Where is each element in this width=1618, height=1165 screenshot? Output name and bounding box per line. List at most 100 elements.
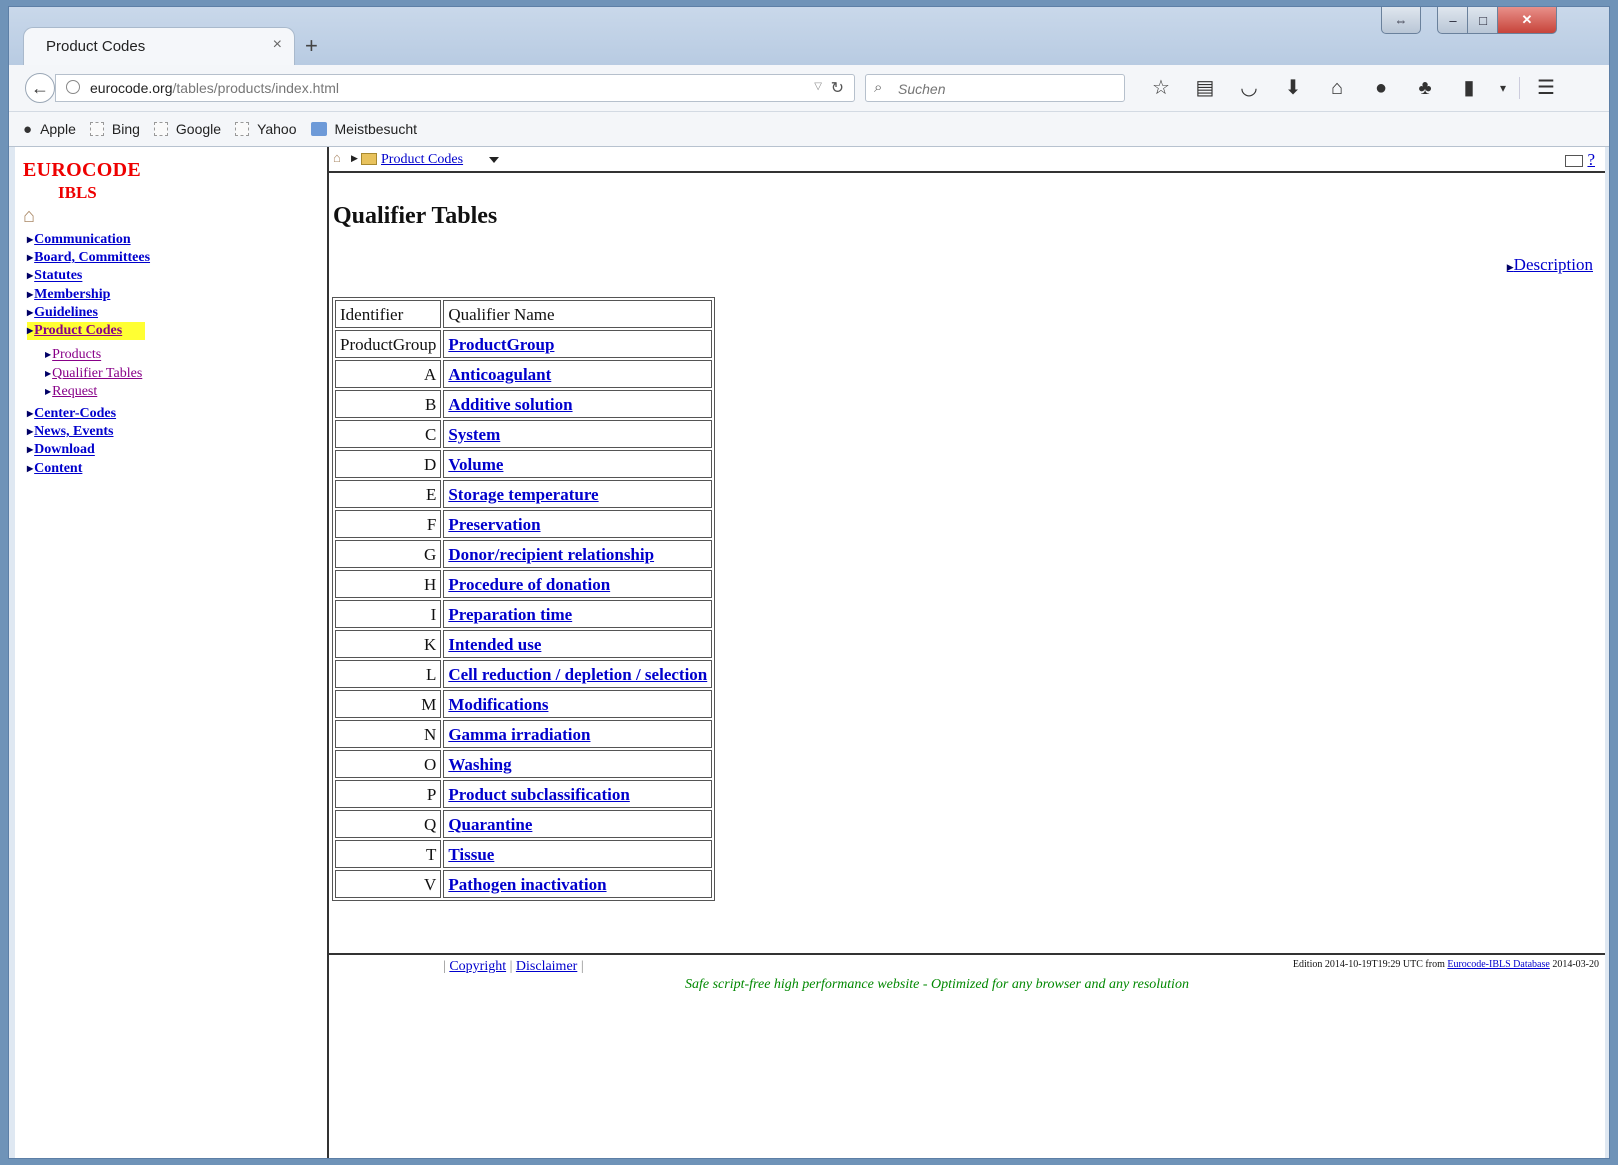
identifier-cell: C	[335, 420, 442, 448]
back-button[interactable]: ←	[25, 73, 55, 103]
qualifier-link[interactable]: Volume	[448, 455, 503, 474]
bookmark-bing[interactable]: Bing	[89, 121, 140, 137]
qualifier-link[interactable]: Washing	[448, 755, 511, 774]
qualifier-link[interactable]: Storage temperature	[448, 485, 598, 504]
extension-icon[interactable]: ♣	[1403, 76, 1447, 100]
restore-window-button[interactable]: ⇔	[1381, 7, 1421, 34]
clipboard-icon[interactable]: ▮	[1447, 76, 1491, 100]
sidebar-item-download[interactable]: ▶Download	[27, 441, 150, 459]
breadcrumb-dropdown-icon[interactable]	[489, 157, 499, 163]
table-row: C System	[335, 420, 713, 448]
sidebar-item-news-events[interactable]: ▶News, Events	[27, 423, 150, 441]
download-icon[interactable]: ⬇	[1271, 76, 1315, 100]
identifier-cell: H	[335, 570, 442, 598]
menu-icon[interactable]: ☰	[1524, 76, 1568, 100]
maximize-button[interactable]: □	[1467, 7, 1499, 34]
qualifier-link[interactable]: Modifications	[448, 695, 548, 714]
tab-close-icon[interactable]: ×	[273, 36, 282, 54]
folder-icon	[361, 153, 377, 165]
sidebar-subitem-qualifier-tables[interactable]: ▶Qualifier Tables	[45, 365, 150, 383]
search-bar[interactable]: ⌕	[865, 74, 1125, 102]
qualifier-link[interactable]: Cell reduction / depletion / selection	[448, 665, 707, 684]
sidebar-subitem-products[interactable]: ▶Products	[45, 346, 150, 364]
logo-ibls[interactable]: IBLS	[58, 183, 97, 203]
qualifier-name-cell: Donor/recipient relationship	[443, 540, 713, 568]
qualifier-link[interactable]: Preservation	[448, 515, 540, 534]
bookmark-star-icon[interactable]: ☆	[1139, 76, 1183, 100]
triangle-icon: ▶	[27, 427, 34, 437]
close-window-button[interactable]: ✕	[1497, 7, 1557, 34]
reading-list-icon[interactable]: ▤	[1183, 76, 1227, 100]
description-link[interactable]: ▶Description	[1507, 255, 1593, 275]
bookmark-google[interactable]: Google	[153, 121, 221, 137]
help-link[interactable]: ?	[1587, 150, 1595, 170]
chevron-down-icon[interactable]: ▾	[1491, 76, 1515, 100]
sidebar-item-membership[interactable]: ▶Membership	[27, 286, 150, 304]
reload-icon[interactable]: ↻	[831, 78, 844, 98]
column-header-qualifier-name: Qualifier Name	[443, 300, 713, 328]
bookmark-label: Apple	[40, 121, 76, 137]
qualifier-link[interactable]: Pathogen inactivation	[448, 875, 606, 894]
url-text[interactable]: eurocode.org/tables/products/index.html	[90, 80, 339, 96]
home-icon[interactable]: ⌂	[1315, 76, 1359, 100]
address-bar[interactable]: eurocode.org/tables/products/index.html …	[55, 74, 855, 102]
tab-strip: Product Codes × + ⇔ – □ ✕	[9, 7, 1609, 67]
qualifier-link[interactable]: System	[448, 425, 500, 444]
bookmark-yahoo[interactable]: Yahoo	[235, 121, 297, 137]
minimize-button[interactable]: –	[1437, 7, 1469, 34]
bookmark-most-visited[interactable]: Meistbesucht	[310, 121, 417, 137]
qualifier-link[interactable]: Product subclassification	[448, 785, 630, 804]
sidebar-item-center-codes[interactable]: ▶Center-Codes	[27, 405, 150, 423]
qualifier-link[interactable]: Additive solution	[448, 395, 572, 414]
pocket-icon[interactable]: ◡	[1227, 76, 1271, 100]
search-input[interactable]	[896, 78, 1120, 100]
triangle-icon: ▶	[45, 350, 52, 360]
qualifier-name-cell: Intended use	[443, 630, 713, 658]
qualifier-link[interactable]: Tissue	[448, 845, 494, 864]
sidebar-subitem-request[interactable]: ▶Request	[45, 383, 150, 401]
bookmark-apple[interactable]: ● Apple	[23, 121, 76, 138]
sidebar-item-label: Product Codes	[34, 323, 123, 339]
qualifier-link[interactable]: Donor/recipient relationship	[448, 545, 654, 564]
sidebar-item-board-committees[interactable]: ▶Board, Committees	[27, 249, 150, 267]
table-row: V Pathogen inactivation	[335, 870, 713, 898]
bookmarks-bar: ● Apple Bing Google Yahoo Meistbesucht	[9, 112, 1609, 147]
column-header-identifier: Identifier	[335, 300, 442, 328]
chat-icon[interactable]: ●	[1359, 76, 1403, 100]
breadcrumb-home-icon[interactable]: ⌂	[333, 150, 341, 166]
sidebar-item-statutes[interactable]: ▶Statutes	[27, 267, 150, 285]
qualifier-name-cell: Gamma irradiation	[443, 720, 713, 748]
qualifier-link[interactable]: ProductGroup	[448, 335, 554, 354]
home-icon[interactable]: ⌂	[23, 205, 35, 228]
identifier-cell: K	[335, 630, 442, 658]
database-link[interactable]: Eurocode-IBLS Database	[1447, 959, 1549, 970]
tab-product-codes[interactable]: Product Codes ×	[23, 27, 295, 67]
tab-title: Product Codes	[46, 38, 146, 55]
sidebar-item-communication[interactable]: ▶Communication	[27, 231, 150, 249]
qualifier-link[interactable]: Preparation time	[448, 605, 572, 624]
qualifier-link[interactable]: Anticoagulant	[448, 365, 551, 384]
disclaimer-link[interactable]: Disclaimer	[516, 959, 577, 974]
window-toggle-icon[interactable]	[1565, 155, 1583, 167]
url-history-dropdown-icon[interactable]: ▽	[814, 81, 822, 92]
qualifier-link[interactable]: Quarantine	[448, 815, 532, 834]
identifier-cell: O	[335, 750, 442, 778]
qualifier-link[interactable]: Gamma irradiation	[448, 725, 590, 744]
sidebar-item-guidelines[interactable]: ▶Guidelines	[27, 304, 150, 322]
logo-eurocode[interactable]: EUROCODE	[23, 159, 141, 182]
table-header-row: Identifier Qualifier Name	[335, 300, 713, 328]
sidebar-item-content[interactable]: ▶Content	[27, 460, 150, 478]
bookmark-label: Bing	[111, 121, 140, 137]
description-link-label: Description	[1513, 255, 1593, 274]
new-tab-button[interactable]: +	[305, 33, 318, 59]
qualifier-link[interactable]: Procedure of donation	[448, 575, 610, 594]
table-row: N Gamma irradiation	[335, 720, 713, 748]
page-title: Qualifier Tables	[333, 203, 498, 229]
breadcrumb-product-codes-link[interactable]: Product Codes	[381, 152, 463, 168]
qualifier-link[interactable]: Intended use	[448, 635, 541, 654]
triangle-icon: ▶	[27, 235, 34, 244]
copyright-link[interactable]: Copyright	[449, 959, 506, 974]
sidebar-item-product-codes[interactable]: ▶Product Codes	[27, 322, 145, 341]
sidebar-subitem-label: Request	[52, 383, 98, 399]
identifier-cell: ProductGroup	[335, 330, 442, 358]
